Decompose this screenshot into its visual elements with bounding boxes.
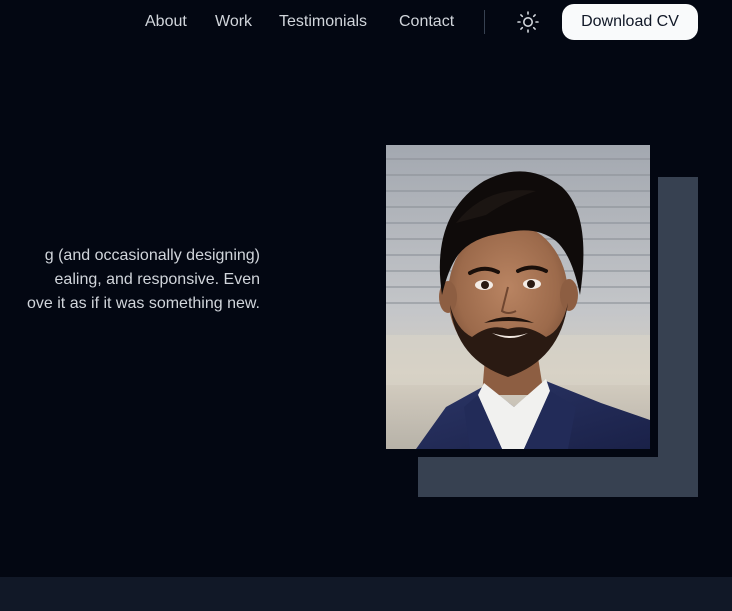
profile-photo	[386, 145, 650, 449]
sun-icon	[517, 11, 539, 33]
top-navigation: About Work Testimonials Contact Download…	[0, 0, 732, 44]
hero-description-line: ealing, and responsive. Even	[54, 271, 260, 288]
footer-band	[0, 577, 732, 611]
nav-link-contact[interactable]: Contact	[399, 12, 454, 32]
hero-description: g (and occasionally designing) ealing, a…	[0, 244, 260, 316]
hero-description-line: ove it as if it was something new.	[27, 295, 260, 312]
nav-link-testimonials[interactable]: Testimonials	[279, 12, 367, 32]
hero-description-line: g (and occasionally designing)	[44, 247, 260, 264]
nav-link-work[interactable]: Work	[215, 12, 252, 32]
nav-link-about[interactable]: About	[145, 12, 187, 32]
page: About Work Testimonials Contact Download…	[0, 0, 732, 611]
theme-toggle-button[interactable]	[514, 8, 542, 36]
nav-divider	[484, 10, 485, 34]
download-cv-button[interactable]: Download CV	[562, 4, 698, 40]
profile-photo-illustration	[386, 145, 650, 449]
